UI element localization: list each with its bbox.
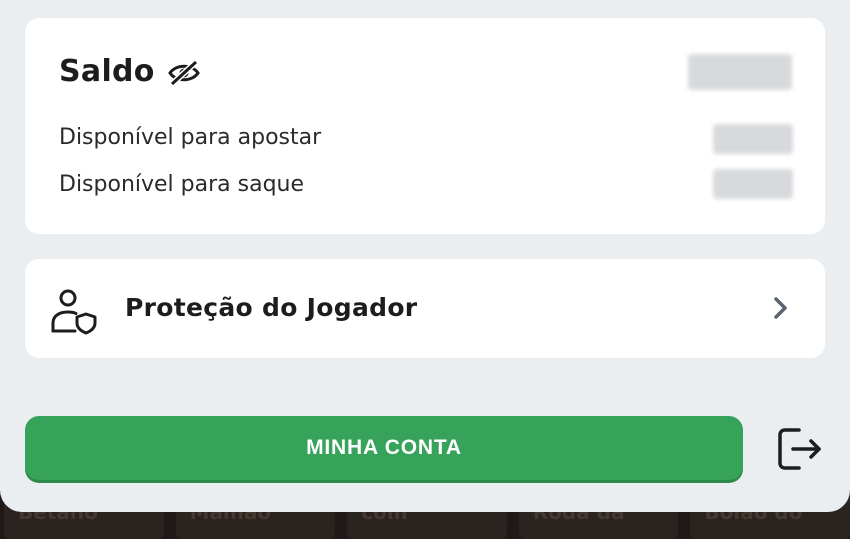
account-sheet: Saldo Disponível para apostar Disponível…: [0, 0, 850, 512]
balance-hidden-value: [688, 54, 792, 90]
player-protection-label: Proteção do Jogador: [125, 293, 418, 322]
available-to-withdraw-hidden-value: [713, 169, 793, 199]
chevron-right-icon: [774, 297, 787, 319]
eye-off-icon[interactable]: [167, 58, 201, 88]
player-protection-item[interactable]: Proteção do Jogador: [25, 259, 825, 358]
user-shield-icon: [51, 289, 97, 335]
available-to-bet-hidden-value: [713, 124, 793, 154]
balance-card: Saldo Disponível para apostar Disponível…: [25, 18, 825, 234]
available-to-withdraw-label: Disponível para saque: [59, 172, 305, 197]
my-account-button[interactable]: MINHA CONTA: [25, 416, 743, 480]
available-to-bet-label: Disponível para apostar: [59, 125, 322, 150]
logout-icon[interactable]: [775, 426, 825, 472]
balance-title: Saldo: [59, 54, 155, 89]
